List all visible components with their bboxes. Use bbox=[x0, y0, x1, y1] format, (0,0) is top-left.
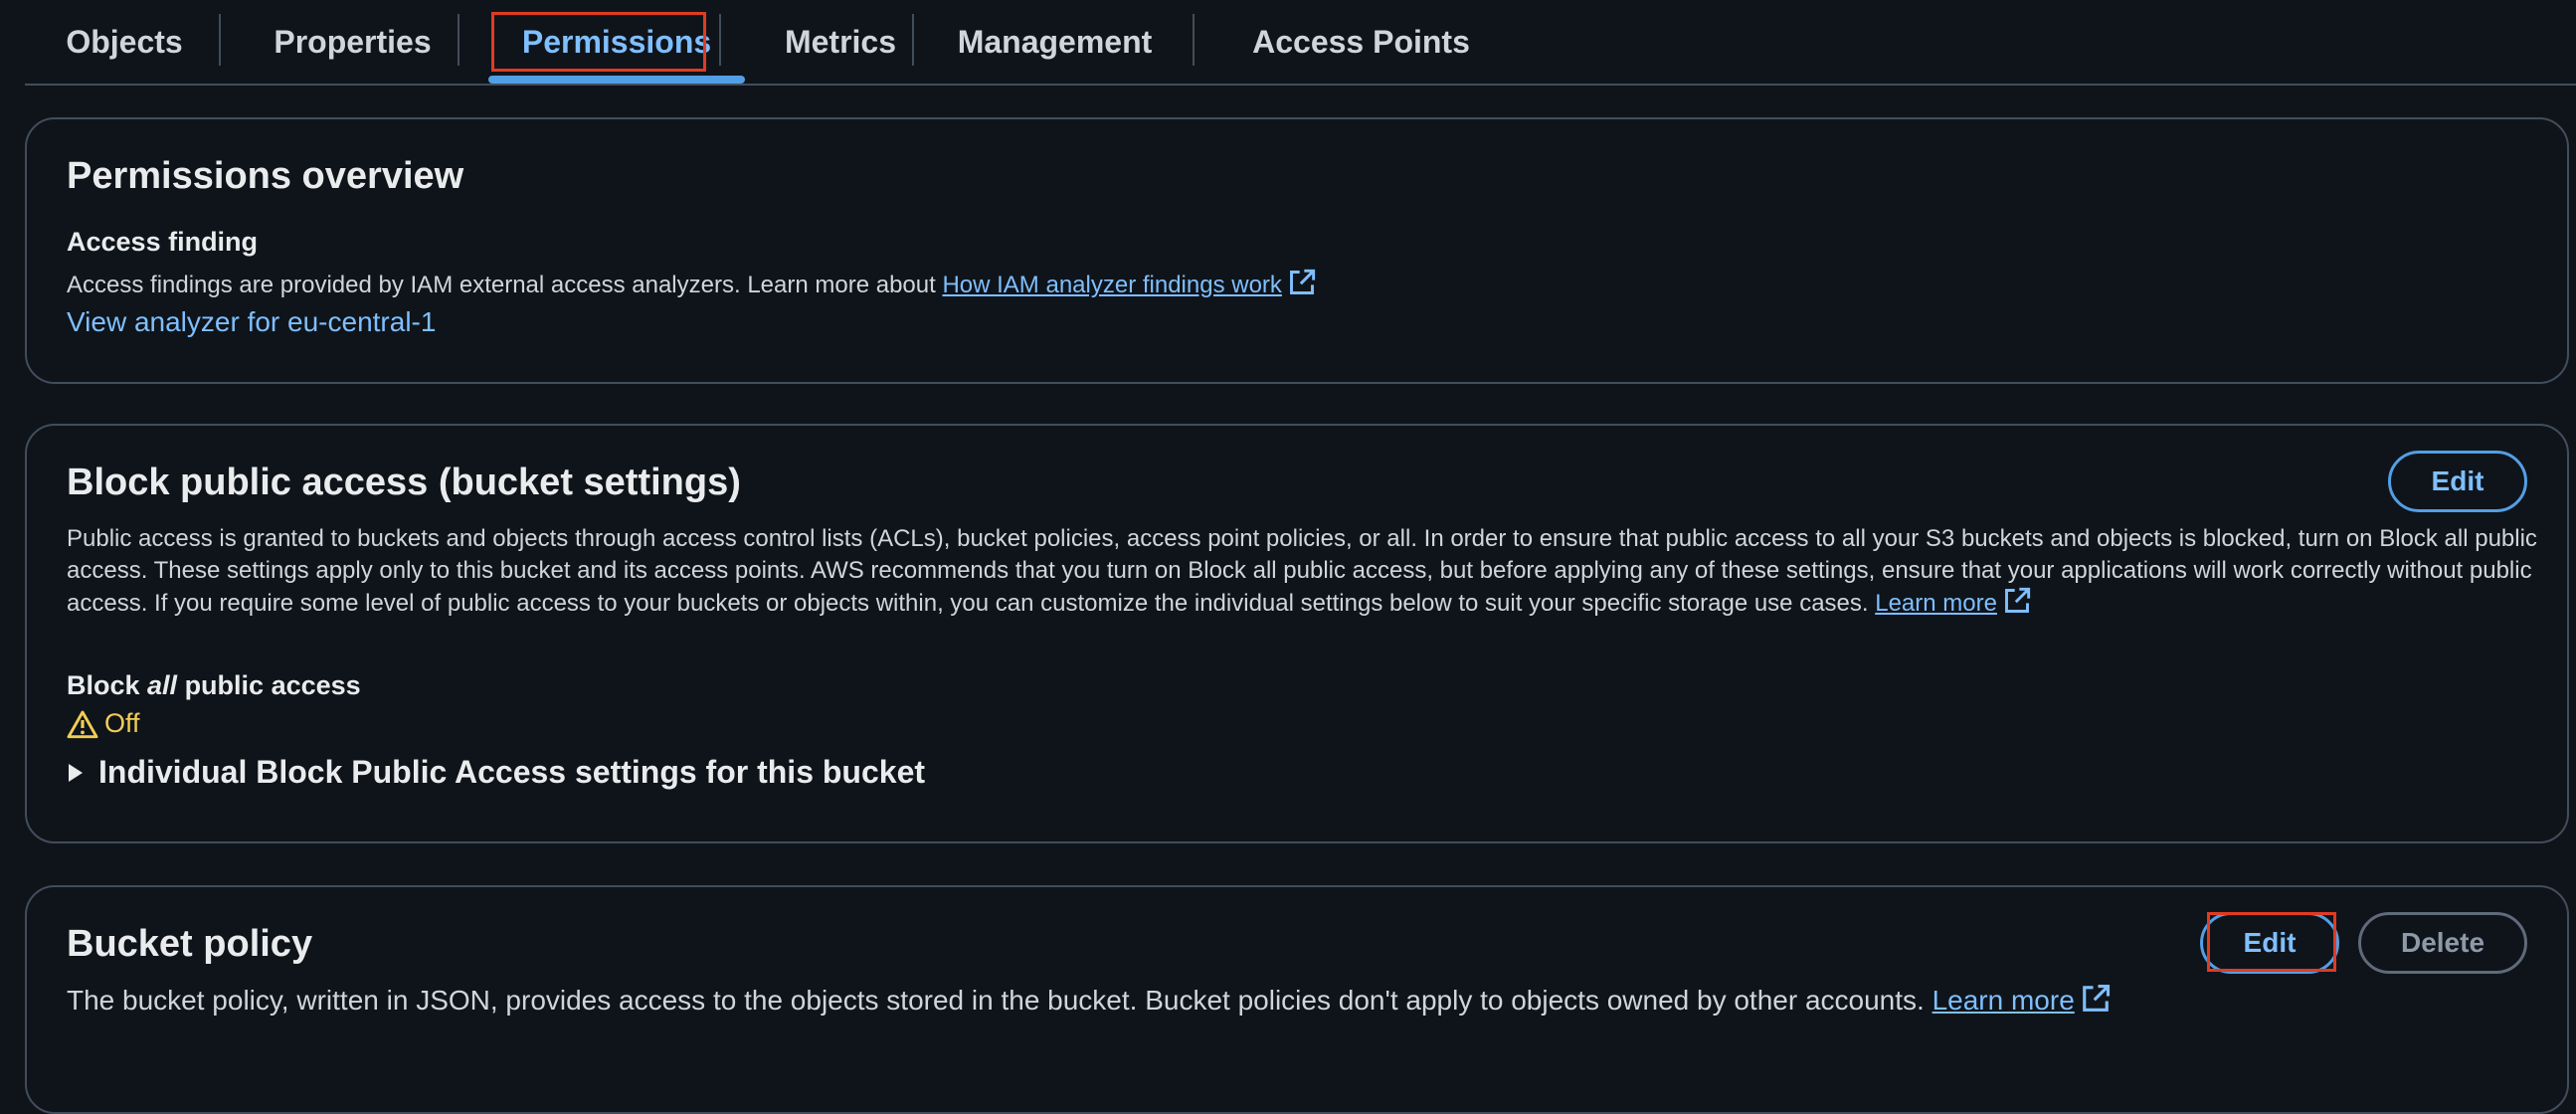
caret-right-icon bbox=[67, 762, 85, 784]
block-all-suffix: public access bbox=[177, 670, 361, 700]
bucket-policy-delete-button[interactable]: Delete bbox=[2358, 912, 2527, 974]
bucket-policy-title: Bucket policy bbox=[67, 923, 313, 965]
block-public-access-text: Public access is granted to buckets and … bbox=[67, 525, 2537, 617]
block-all-public-access-label: Block all public access bbox=[67, 670, 361, 701]
tab-management[interactable]: Management bbox=[914, 0, 1196, 84]
block-public-access-edit-button[interactable]: Edit bbox=[2388, 451, 2527, 512]
warning-icon bbox=[67, 709, 98, 739]
tab-divider bbox=[458, 14, 460, 66]
external-link-icon[interactable] bbox=[2003, 587, 2031, 624]
block-public-access-panel: Block public access (bucket settings) Ed… bbox=[25, 424, 2569, 843]
bucket-policy-text: The bucket policy, written in JSON, prov… bbox=[67, 985, 1932, 1016]
external-link-icon[interactable] bbox=[2081, 984, 2111, 1022]
bucket-policy-learn-more-link[interactable]: Learn more bbox=[1932, 985, 2075, 1016]
external-link-icon[interactable] bbox=[1288, 269, 1316, 305]
permissions-overview-title: Permissions overview bbox=[67, 155, 464, 197]
tab-properties[interactable]: Properties bbox=[221, 0, 484, 84]
bucket-policy-edit-button[interactable]: Edit bbox=[2200, 912, 2339, 974]
tab-access-points[interactable]: Access Points bbox=[1195, 0, 1528, 84]
block-all-prefix: Block bbox=[67, 670, 148, 700]
tab-bar: Objects Properties Permissions Metrics M… bbox=[25, 0, 2576, 86]
tab-objects[interactable]: Objects bbox=[25, 0, 224, 84]
individual-settings-label: Individual Block Public Access settings … bbox=[98, 754, 926, 790]
access-finding-description: Access findings are provided by IAM exte… bbox=[67, 272, 943, 298]
bucket-policy-description: The bucket policy, written in JSON, prov… bbox=[67, 983, 2111, 1022]
view-analyzer-link[interactable]: View analyzer for eu-central-1 bbox=[67, 304, 436, 340]
block-all-status: Off bbox=[67, 708, 140, 739]
block-public-access-title: Block public access (bucket settings) bbox=[67, 462, 741, 503]
bucket-policy-panel: Bucket policy Edit Delete The bucket pol… bbox=[25, 885, 2569, 1114]
tab-permissions[interactable]: Permissions bbox=[488, 0, 745, 84]
block-public-access-learn-more-link[interactable]: Learn more bbox=[1875, 590, 1997, 617]
block-all-status-text: Off bbox=[104, 708, 140, 738]
individual-settings-expander[interactable]: Individual Block Public Access settings … bbox=[67, 754, 925, 791]
permissions-overview-panel: Permissions overview Access finding Acce… bbox=[25, 117, 2569, 384]
access-finding-heading: Access finding bbox=[67, 227, 259, 257]
access-finding-text: Access findings are provided by IAM exte… bbox=[67, 269, 1316, 305]
iam-analyzer-findings-link[interactable]: How IAM analyzer findings work bbox=[942, 272, 1281, 298]
active-tab-indicator bbox=[488, 76, 745, 84]
block-all-emphasis: all bbox=[147, 670, 178, 700]
block-public-access-description: Public access is granted to buckets and … bbox=[67, 523, 2543, 624]
